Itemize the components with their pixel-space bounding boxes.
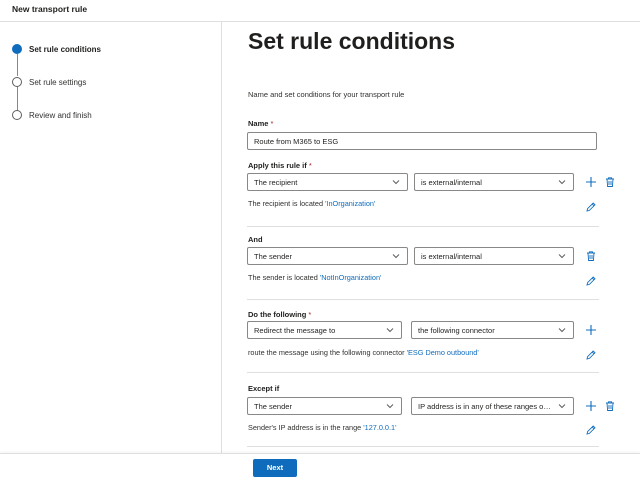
- connector-link[interactable]: 'ESG Demo outbound': [407, 348, 479, 357]
- chevron-down-icon: [558, 404, 566, 409]
- and-operator-dropdown[interactable]: is external/internal: [414, 247, 574, 265]
- chevron-down-icon: [558, 328, 566, 333]
- step-review-and-finish[interactable]: Review and finish: [29, 111, 92, 120]
- step-indicator: [12, 110, 22, 120]
- and-summary: The sender is located 'NotInOrganization…: [248, 273, 381, 282]
- step-set-rule-conditions[interactable]: Set rule conditions: [29, 45, 101, 54]
- plus-icon[interactable]: [585, 400, 597, 412]
- pencil-icon[interactable]: [585, 275, 597, 287]
- summary-text: The recipient is located: [248, 199, 324, 208]
- do-following-label: Do the following *: [248, 310, 311, 319]
- summary-text: Sender's IP address is in the range: [248, 423, 362, 432]
- except-if-summary: Sender's IP address is in the range '127…: [248, 423, 396, 432]
- step-indicator-current: [12, 44, 22, 54]
- chevron-down-icon: [386, 328, 394, 333]
- section-divider: [247, 299, 599, 300]
- dropdown-value: The sender: [254, 252, 292, 261]
- action-target-dropdown[interactable]: the following connector: [411, 321, 574, 339]
- chevron-down-icon: [558, 254, 566, 259]
- dropdown-value: Redirect the message to: [254, 326, 336, 335]
- chevron-down-icon: [386, 404, 394, 409]
- apply-if-summary: The recipient is located 'InOrganization…: [248, 199, 375, 208]
- ip-range-link[interactable]: '127.0.0.1': [363, 423, 396, 432]
- apply-if-label: Apply this rule if *: [248, 161, 312, 170]
- dropdown-value: The recipient: [254, 178, 298, 187]
- dropdown-value: is external/internal: [421, 178, 482, 187]
- chevron-down-icon: [392, 254, 400, 259]
- do-following-summary: route the message using the following co…: [248, 348, 479, 357]
- plus-icon[interactable]: [585, 324, 597, 336]
- required-mark: *: [308, 310, 312, 319]
- step-set-rule-settings[interactable]: Set rule settings: [29, 78, 86, 87]
- dropdown-value: the following connector: [418, 326, 495, 335]
- required-mark: *: [270, 119, 274, 128]
- trash-icon[interactable]: [585, 250, 597, 262]
- section-divider: [247, 226, 599, 227]
- apply-if-condition-dropdown[interactable]: The recipient: [247, 173, 408, 191]
- summary-text: route the message using the following co…: [248, 348, 405, 357]
- and-label: And: [248, 235, 263, 244]
- plus-icon[interactable]: [585, 176, 597, 188]
- next-button[interactable]: Next: [253, 459, 297, 477]
- trash-icon[interactable]: [604, 176, 616, 188]
- pencil-icon[interactable]: [585, 201, 597, 213]
- dropdown-value: is external/internal: [421, 252, 482, 261]
- section-divider: [247, 446, 599, 447]
- page-title: Set rule conditions: [248, 28, 456, 54]
- except-if-label: Except if: [248, 384, 280, 393]
- wizard-stepper: Set rule conditions Set rule settings Re…: [0, 22, 222, 453]
- pencil-icon[interactable]: [585, 349, 597, 361]
- dropdown-value: IP address is in any of these ranges or …: [418, 402, 555, 411]
- step-indicator: [12, 77, 22, 87]
- apply-if-value-link[interactable]: 'InOrganization': [325, 199, 375, 208]
- chevron-down-icon: [392, 180, 400, 185]
- required-mark: *: [308, 161, 312, 170]
- name-label-text: Name: [248, 119, 269, 128]
- window-title: New transport rule: [12, 4, 88, 14]
- wizard-footer: Next: [0, 453, 640, 483]
- dropdown-value: The sender: [254, 402, 292, 411]
- chevron-down-icon: [558, 180, 566, 185]
- do-following-label-text: Do the following: [248, 310, 307, 319]
- action-dropdown[interactable]: Redirect the message to: [247, 321, 402, 339]
- main-panel: Set rule conditions Name and set conditi…: [222, 22, 640, 453]
- trash-icon[interactable]: [604, 400, 616, 412]
- page-description: Name and set conditions for your transpo…: [248, 90, 405, 99]
- rule-name-input[interactable]: Route from M365 to ESG: [247, 132, 597, 150]
- and-condition-dropdown[interactable]: The sender: [247, 247, 408, 265]
- apply-if-operator-dropdown[interactable]: is external/internal: [414, 173, 574, 191]
- apply-if-label-text: Apply this rule if: [248, 161, 307, 170]
- summary-text: The sender is located: [248, 273, 318, 282]
- except-operator-dropdown[interactable]: IP address is in any of these ranges or …: [411, 397, 574, 415]
- stepper-connector: [16, 54, 18, 76]
- stepper-connector: [16, 86, 18, 111]
- name-label: Name *: [248, 119, 273, 128]
- section-divider: [247, 372, 599, 373]
- pencil-icon[interactable]: [585, 424, 597, 436]
- except-condition-dropdown[interactable]: The sender: [247, 397, 402, 415]
- and-value-link[interactable]: 'NotInOrganization': [320, 273, 382, 282]
- title-bar: New transport rule: [0, 0, 640, 22]
